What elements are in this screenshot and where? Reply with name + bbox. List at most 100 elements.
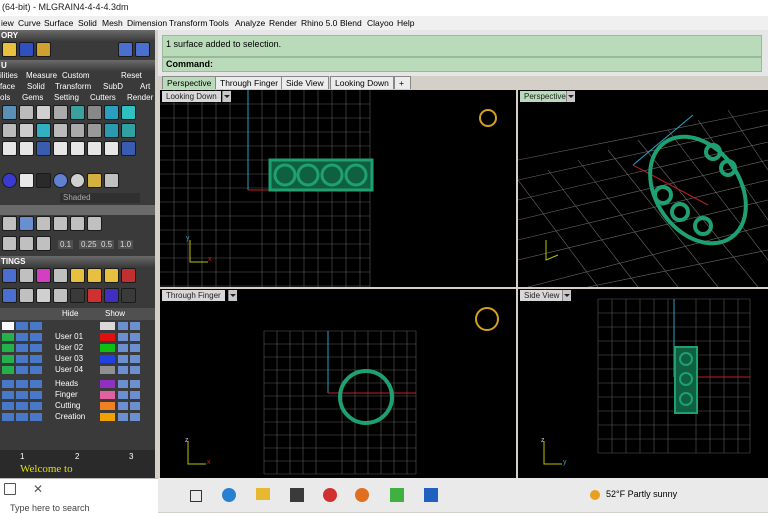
menu-surface[interactable]: Surface — [44, 18, 73, 28]
layer-color-swatch[interactable] — [100, 402, 115, 410]
viewport-menu-perspective[interactable] — [566, 91, 575, 102]
weather-text[interactable]: 52°F Partly sunny — [606, 489, 677, 499]
scale-0-5[interactable]: 0.5 — [99, 240, 115, 249]
layer-print-button[interactable] — [130, 366, 140, 374]
viewport-label-through-finger[interactable]: Through Finger — [162, 290, 225, 301]
layer-row[interactable]: Creation — [0, 412, 152, 422]
array-tool-icon[interactable] — [36, 123, 51, 138]
viewport-menu-side-view[interactable] — [562, 290, 571, 301]
smarttrack-icon[interactable] — [70, 216, 85, 231]
thumb-3[interactable]: 3 — [129, 452, 133, 461]
layer-material-button[interactable] — [118, 333, 128, 341]
tab-custom[interactable]: Custom — [62, 71, 90, 80]
mirror-tool-icon[interactable] — [2, 123, 17, 138]
tab-tools[interactable]: ols — [0, 93, 10, 102]
menu-clayoo[interactable]: Clayoo — [367, 18, 393, 28]
layer-lock-toggle[interactable] — [30, 391, 42, 399]
sphere-tool-icon[interactable] — [104, 105, 119, 120]
layer-print-button[interactable] — [130, 391, 140, 399]
viewport-looking-down[interactable]: y x Looking Down — [160, 90, 516, 287]
layer-visible-toggle[interactable] — [16, 333, 28, 341]
layer-color-swatch[interactable] — [100, 366, 115, 374]
tab-transform[interactable]: Transform — [55, 82, 91, 91]
viewport-label-perspective[interactable]: Perspective — [520, 91, 570, 102]
material-icon[interactable] — [121, 123, 136, 138]
layer-color-swatch[interactable] — [100, 344, 115, 352]
gold-material-icon[interactable] — [87, 173, 102, 188]
setting-c-icon[interactable] — [36, 268, 51, 283]
gem-cut-icon[interactable] — [121, 105, 136, 120]
menu-dimension[interactable]: Dimension — [127, 18, 167, 28]
layer-material-button[interactable] — [118, 380, 128, 388]
setting-a-icon[interactable] — [2, 268, 17, 283]
setting-p-icon[interactable] — [121, 288, 136, 303]
scale-1-0[interactable]: 1.0 — [118, 240, 134, 249]
layer-material-button[interactable] — [118, 322, 128, 330]
taskbar-search[interactable]: ✕ Type here to search — [0, 478, 158, 513]
setting-n-icon[interactable] — [87, 288, 102, 303]
tab-render[interactable]: Render — [127, 93, 153, 102]
tab-setting[interactable]: Setting — [54, 93, 79, 102]
measure-icon[interactable] — [2, 236, 17, 251]
shaded-icon[interactable] — [19, 173, 34, 188]
osnap-icon[interactable] — [53, 216, 68, 231]
hide-button[interactable]: Hide — [62, 309, 78, 318]
explorer-icon[interactable] — [256, 488, 270, 500]
move-tool-icon[interactable] — [2, 141, 17, 156]
layer-current-toggle[interactable] — [2, 402, 14, 410]
circle-tool-icon[interactable] — [121, 141, 136, 156]
tab-solid[interactable]: Solid — [27, 82, 45, 91]
layer-material-button[interactable] — [118, 366, 128, 374]
new-file-icon[interactable] — [2, 42, 17, 57]
menu-mesh[interactable]: Mesh — [102, 18, 123, 28]
ring-tool-icon[interactable] — [87, 105, 102, 120]
save-icon[interactable] — [19, 42, 34, 57]
setting-m-icon[interactable] — [70, 288, 85, 303]
tab-side-view[interactable]: Side View — [281, 76, 329, 89]
scale-0-1[interactable]: 0.1 — [58, 240, 74, 249]
layer-print-button[interactable] — [130, 333, 140, 341]
weather-icon[interactable] — [590, 490, 600, 500]
taper-tool-icon[interactable] — [104, 141, 119, 156]
ortho-icon[interactable] — [19, 216, 34, 231]
viewport-side-view[interactable]: z y Side View — [518, 289, 768, 489]
layer-current-toggle[interactable] — [2, 380, 14, 388]
layer-color-swatch[interactable] — [100, 333, 115, 341]
layer-print-button[interactable] — [130, 322, 140, 330]
tab-utilities[interactable]: ilities — [0, 71, 18, 80]
layer-lock-toggle[interactable] — [30, 366, 42, 374]
layer-color-swatch[interactable] — [100, 380, 115, 388]
tab-surface[interactable]: face — [0, 82, 15, 91]
layer-print-button[interactable] — [130, 344, 140, 352]
tab-looking-down[interactable]: Looking Down — [330, 76, 394, 89]
menu-curve[interactable]: Curve — [18, 18, 41, 28]
menu-render[interactable]: Render — [269, 18, 297, 28]
planar-icon[interactable] — [36, 216, 51, 231]
layer-current-toggle[interactable] — [2, 344, 14, 352]
rotate-tool-icon[interactable] — [19, 141, 34, 156]
reset-button[interactable]: Reset — [121, 71, 142, 80]
setting-d-icon[interactable] — [53, 268, 68, 283]
layer-row[interactable]: Cutting — [0, 401, 152, 411]
menu-view[interactable]: iew — [1, 18, 14, 28]
tab-gems[interactable]: Gems — [22, 93, 43, 102]
layer-visible-toggle[interactable] — [16, 402, 28, 410]
layer-visible-toggle[interactable] — [16, 355, 28, 363]
layer-current-toggle[interactable] — [2, 322, 14, 330]
menu-help[interactable]: Help — [397, 18, 414, 28]
grid-snap-icon[interactable] — [2, 216, 17, 231]
bezel-tool-icon[interactable] — [70, 123, 85, 138]
forward-arrow-icon[interactable] — [135, 42, 150, 57]
bend-tool-icon[interactable] — [87, 141, 102, 156]
menu-solid[interactable]: Solid — [78, 18, 97, 28]
layer-row[interactable]: User 02 — [0, 343, 152, 353]
thumb-2[interactable]: 2 — [75, 452, 79, 461]
layer-print-button[interactable] — [130, 355, 140, 363]
thumb-1[interactable]: 1 — [20, 452, 24, 461]
cutter-tool-icon[interactable] — [53, 105, 68, 120]
viewport-menu-through-finger[interactable] — [228, 290, 237, 301]
layer-current-toggle[interactable] — [2, 391, 14, 399]
viewport-label-side-view[interactable]: Side View — [520, 290, 564, 301]
layer-current-toggle[interactable] — [2, 355, 14, 363]
pan-tool-icon[interactable] — [36, 141, 51, 156]
